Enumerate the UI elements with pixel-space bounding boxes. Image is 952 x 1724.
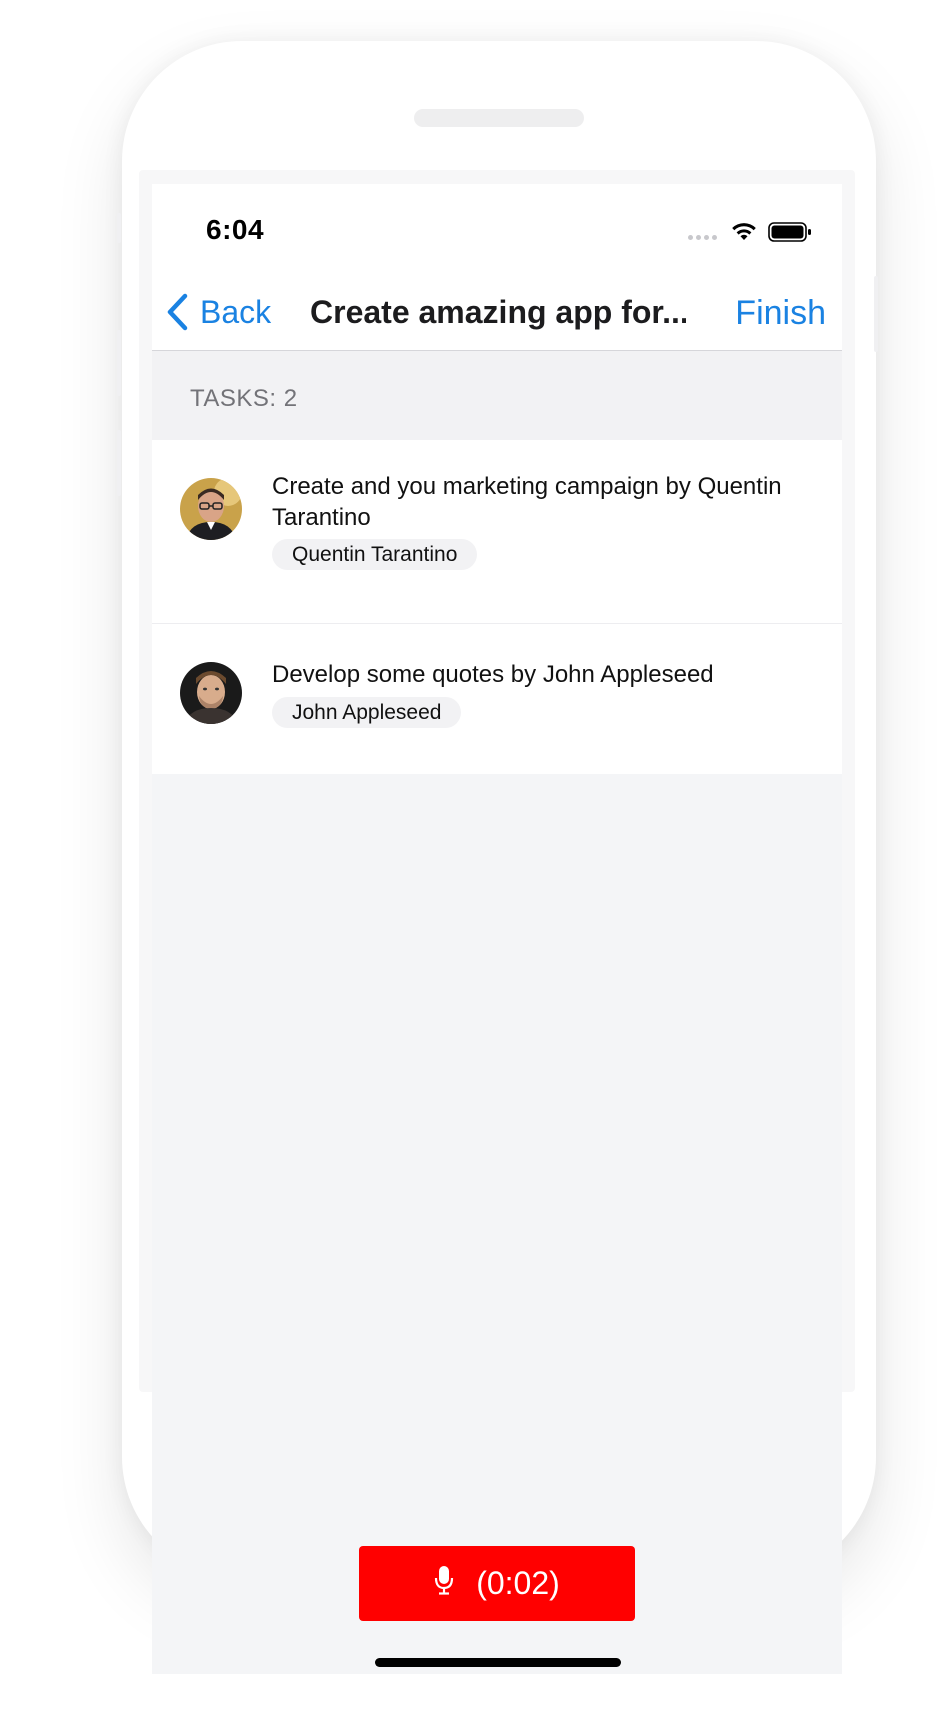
- task-row[interactable]: Create and you marketing campaign by Que…: [152, 440, 842, 624]
- task-text: Create and you marketing campaign by Que…: [272, 473, 782, 531]
- tasks-count-label: TASKS: 2: [190, 385, 298, 412]
- portrait-man-glasses-icon: [180, 478, 242, 540]
- portrait-man-stubble-icon: [180, 662, 242, 724]
- phone-screen: 6:04 Back Create amazing app for... Fini…: [152, 184, 842, 1674]
- battery-icon: [768, 222, 811, 242]
- avatar: [180, 478, 242, 540]
- wifi-icon: [732, 223, 756, 240]
- status-bar: 6:04: [152, 184, 842, 274]
- home-indicator[interactable]: [375, 1658, 621, 1667]
- app-stage: 6:04 Back Create amazing app for... Fini…: [0, 0, 952, 1724]
- phone-speaker: [414, 109, 584, 127]
- task-list: Create and you marketing campaign by Que…: [152, 440, 842, 774]
- task-row[interactable]: Develop some quotes by John Appleseed Jo…: [152, 624, 842, 774]
- avatar: [180, 662, 242, 724]
- assignee-chip[interactable]: Quentin Tarantino: [272, 539, 478, 570]
- microphone-icon: [434, 1565, 454, 1603]
- tasks-section-header: TASKS: 2: [152, 351, 842, 440]
- mute-switch: [117, 213, 121, 243]
- back-label: Back: [200, 293, 272, 330]
- finish-button[interactable]: Finish: [735, 274, 826, 350]
- navigation-bar: Back Create amazing app for... Finish: [152, 274, 842, 351]
- record-timer: (0:02): [476, 1565, 560, 1601]
- assignee-chip[interactable]: John Appleseed: [272, 697, 462, 728]
- volume-up-button: [117, 330, 121, 396]
- status-time: 6:04: [206, 214, 265, 245]
- power-button: [874, 276, 878, 352]
- page-title: Create amazing app for...: [310, 294, 686, 330]
- cellular-signal-icon: [688, 235, 717, 240]
- record-button[interactable]: (0:02): [359, 1546, 635, 1621]
- volume-down-button: [117, 430, 121, 496]
- back-button[interactable]: Back: [166, 274, 271, 350]
- chevron-left-icon: [166, 293, 188, 331]
- task-text: Develop some quotes by John Appleseed: [272, 661, 714, 688]
